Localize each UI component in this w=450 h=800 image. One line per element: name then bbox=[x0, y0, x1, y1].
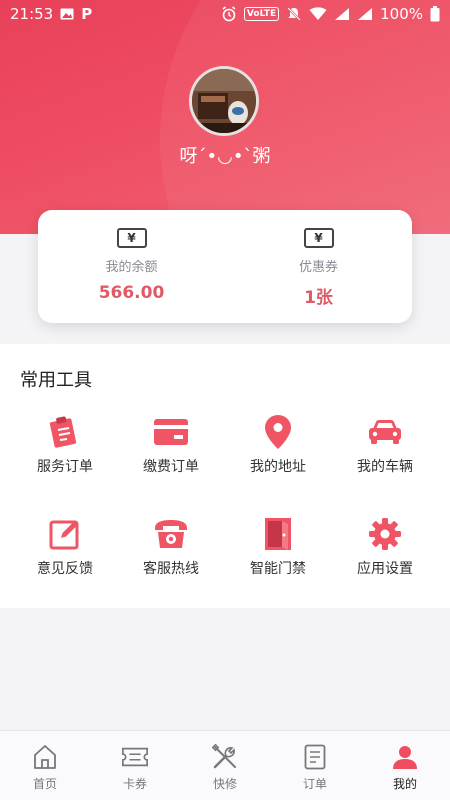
tool-my-vehicle[interactable]: 我的车辆 bbox=[329, 414, 441, 494]
coupon-label: 优惠券 bbox=[298, 260, 338, 275]
battery-icon bbox=[430, 6, 440, 22]
tool-hotline[interactable]: 客服热线 bbox=[115, 516, 227, 596]
coupon-item[interactable]: ¥ 优惠券 1张 bbox=[225, 210, 412, 323]
image-icon bbox=[60, 8, 74, 20]
wallet-card: ¥ 我的余额 566.00 ¥ 优惠券 1张 bbox=[38, 210, 412, 323]
tool-label: 我的地址 bbox=[250, 459, 306, 475]
coupon-value: 1张 bbox=[304, 288, 333, 308]
avatar[interactable] bbox=[189, 66, 259, 136]
wifi-icon bbox=[309, 7, 327, 21]
tools-section: 常用工具 服务订单 缴费订单 我的地址 我的车辆 意见反馈 客服热线 智能门禁 … bbox=[0, 344, 450, 608]
tab-label: 首页 bbox=[32, 777, 57, 791]
gear-icon bbox=[367, 516, 403, 552]
document-icon bbox=[301, 743, 329, 771]
card-icon bbox=[153, 414, 189, 450]
signal-icon-2 bbox=[357, 7, 373, 21]
tool-label: 缴费订单 bbox=[143, 459, 199, 475]
tool-label: 智能门禁 bbox=[250, 561, 306, 577]
clipboard-icon bbox=[47, 414, 83, 450]
tool-payment-orders[interactable]: 缴费订单 bbox=[115, 414, 227, 494]
tool-label: 意见反馈 bbox=[37, 561, 93, 577]
tab-label: 订单 bbox=[302, 777, 327, 791]
tool-label: 客服热线 bbox=[143, 561, 199, 577]
tools-title: 常用工具 bbox=[20, 370, 92, 391]
yen-icon: ¥ bbox=[303, 228, 334, 248]
tool-feedback[interactable]: 意见反馈 bbox=[9, 516, 121, 596]
home-icon bbox=[31, 743, 59, 771]
alarm-icon bbox=[221, 6, 237, 22]
profile-header: 呀´•◡•`粥 bbox=[0, 0, 450, 234]
tool-app-settings[interactable]: 应用设置 bbox=[329, 516, 441, 596]
door-icon bbox=[260, 516, 296, 552]
ticket-icon bbox=[121, 743, 149, 771]
tool-smart-access[interactable]: 智能门禁 bbox=[222, 516, 334, 596]
bottom-tab-bar: 首页 卡券 快修 订单 我的 bbox=[0, 730, 450, 800]
status-bar: 21:53 P VoLTE 100% bbox=[0, 0, 450, 28]
tab-coupons[interactable]: 卡券 bbox=[90, 731, 180, 800]
tab-label: 卡券 bbox=[122, 777, 147, 791]
balance-label: 我的余额 bbox=[105, 260, 158, 275]
mute-icon bbox=[286, 6, 302, 22]
battery-percent: 100% bbox=[380, 5, 423, 23]
tab-orders[interactable]: 订单 bbox=[270, 731, 360, 800]
tab-label: 我的 bbox=[392, 777, 417, 791]
tool-label: 应用设置 bbox=[357, 561, 413, 577]
tab-mine[interactable]: 我的 bbox=[360, 731, 450, 800]
tool-label: 服务订单 bbox=[37, 459, 93, 475]
signal-icon bbox=[334, 7, 350, 21]
tool-label: 我的车辆 bbox=[357, 459, 413, 475]
tab-quick-repair[interactable]: 快修 bbox=[180, 731, 270, 800]
yen-icon: ¥ bbox=[116, 228, 147, 248]
tool-service-orders[interactable]: 服务订单 bbox=[9, 414, 121, 494]
status-time: 21:53 bbox=[10, 5, 54, 23]
username: 呀´•◡•`粥 bbox=[179, 146, 271, 167]
volte-icon: VoLTE bbox=[243, 7, 280, 21]
car-icon bbox=[367, 414, 403, 450]
tool-my-address[interactable]: 我的地址 bbox=[222, 414, 334, 494]
tab-label: 快修 bbox=[212, 777, 237, 791]
telephone-icon bbox=[153, 516, 189, 552]
balance-value: 566.00 bbox=[98, 283, 165, 303]
user-icon bbox=[391, 743, 419, 771]
edit-icon bbox=[47, 516, 83, 552]
tools-icon bbox=[211, 743, 239, 771]
tab-home[interactable]: 首页 bbox=[0, 731, 90, 800]
balance-item[interactable]: ¥ 我的余额 566.00 bbox=[38, 210, 225, 323]
avatar-image bbox=[192, 69, 256, 133]
parking-app-icon: P bbox=[81, 5, 93, 23]
location-pin-icon bbox=[260, 414, 296, 450]
